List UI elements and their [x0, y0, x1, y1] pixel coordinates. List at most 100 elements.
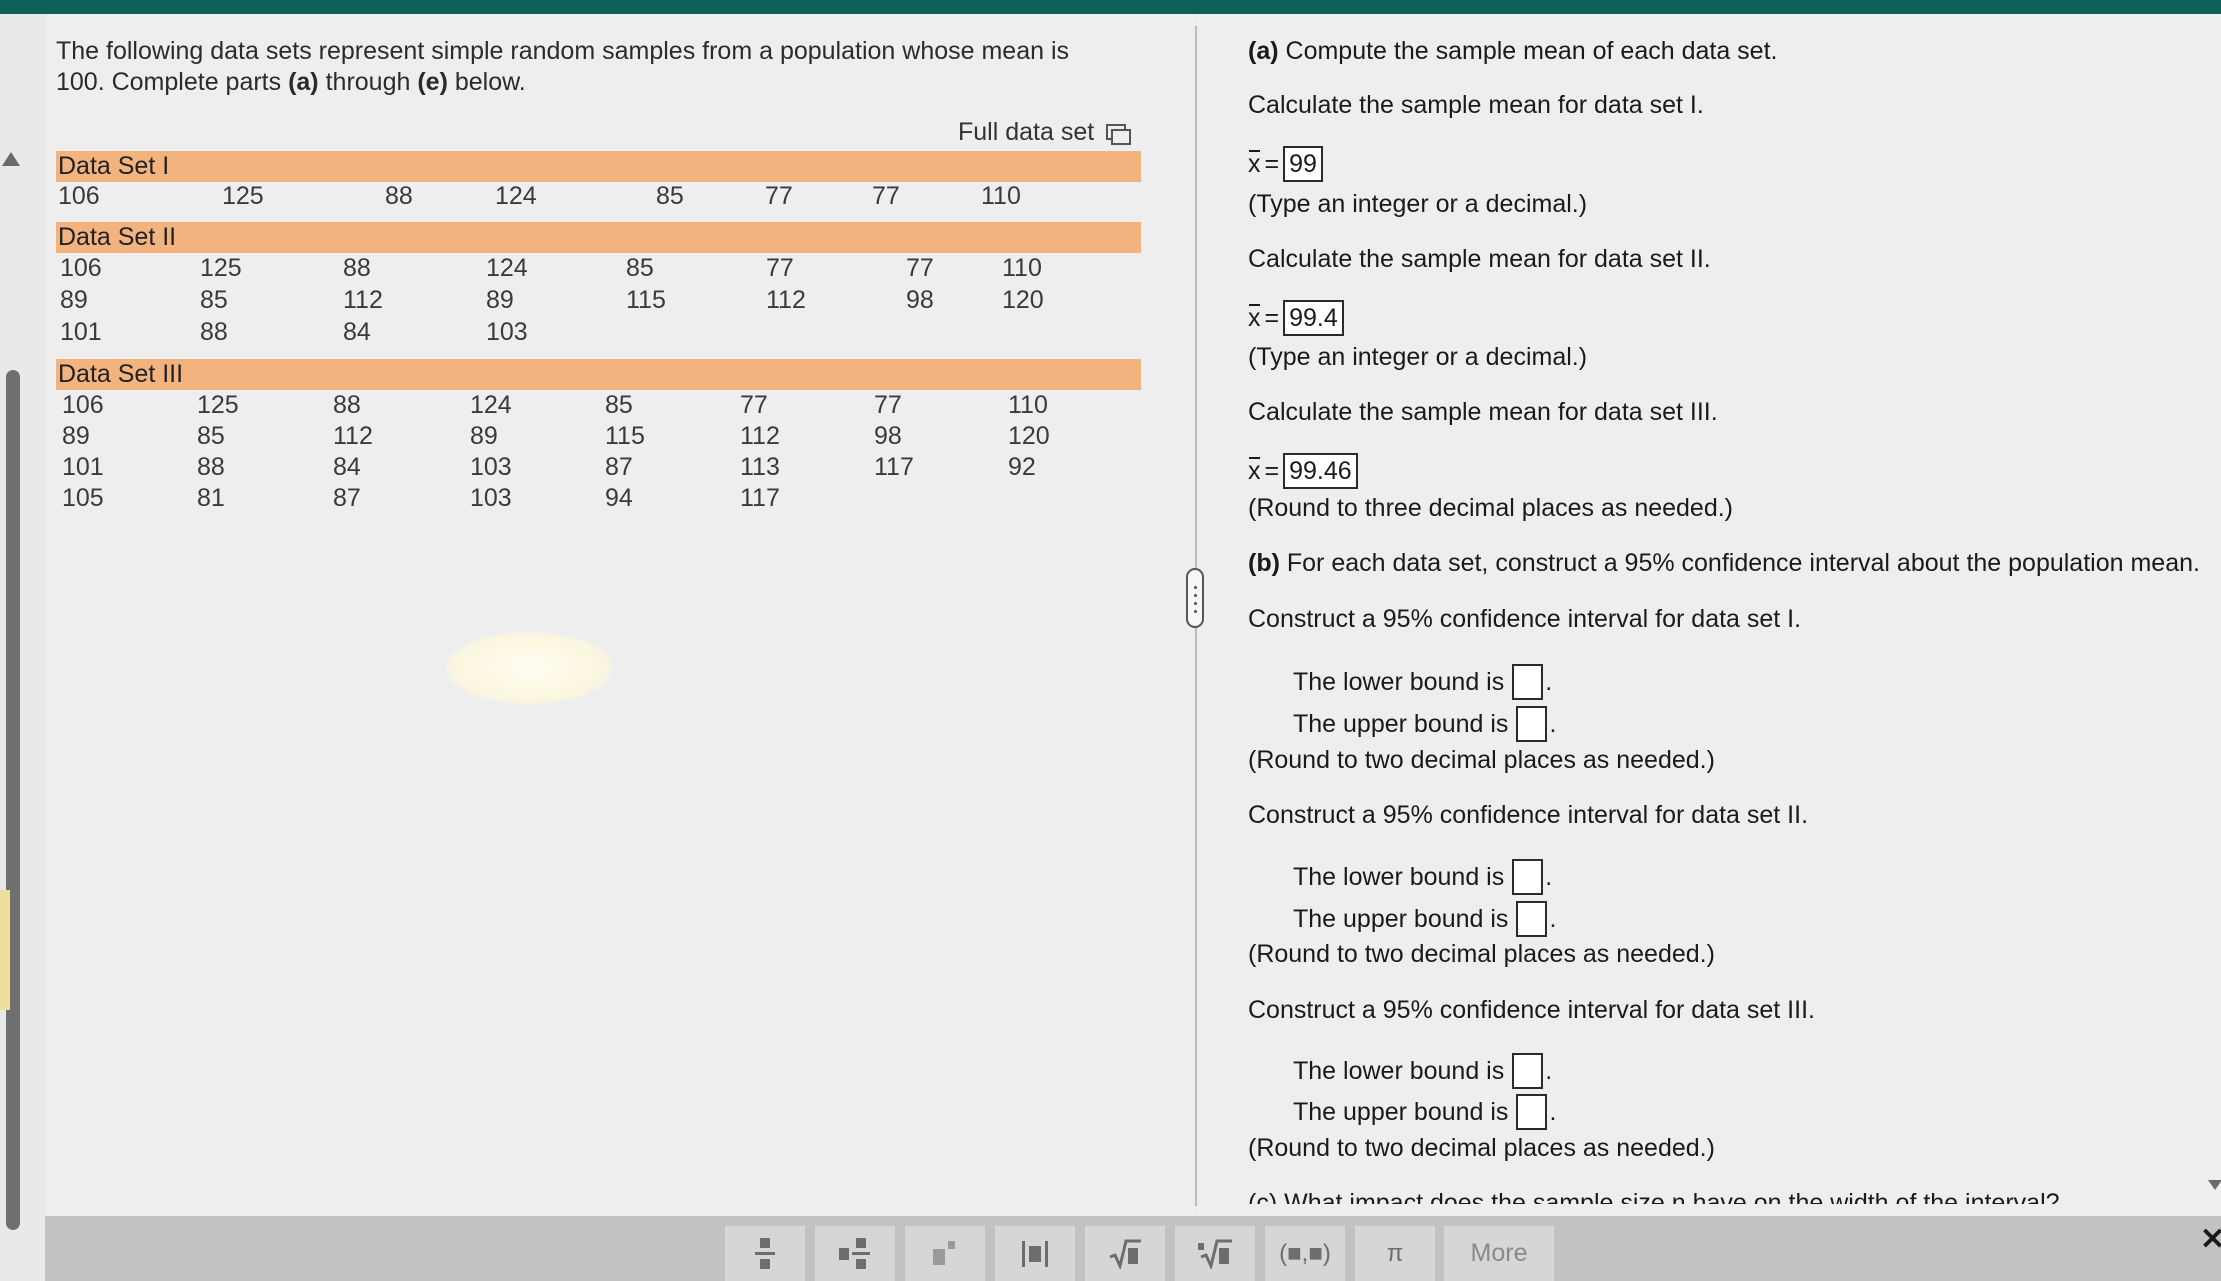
data-cell: 117	[740, 484, 780, 512]
data-cell: 88	[333, 391, 361, 419]
upper-bound-input-set1[interactable]	[1516, 706, 1548, 742]
data-cell: 94	[605, 484, 633, 512]
data-cell: 112	[343, 286, 383, 314]
mean-input-set3[interactable]: 99.46	[1283, 453, 1358, 489]
data-cell: 110	[1002, 254, 1042, 282]
data-cell: 77	[740, 391, 768, 419]
data-cell: 87	[605, 453, 633, 481]
upper-bound-row-set2: The upper bound is.	[1293, 901, 1556, 937]
data-cell: 81	[197, 484, 225, 512]
mean-answer-set3: x = 99.46	[1248, 453, 1358, 489]
data-cell: 103	[470, 484, 512, 512]
data-cell: 84	[333, 453, 361, 481]
mixed-number-icon	[839, 1237, 870, 1269]
data-cell: 87	[333, 484, 361, 512]
more-button[interactable]: More	[1444, 1226, 1554, 1281]
data-cell: 77	[906, 254, 934, 282]
part-b-set1-hint: (Round to two decimal places as needed.)	[1248, 746, 1715, 774]
part-a-set1-hint: (Type an integer or a decimal.)	[1248, 190, 1588, 218]
lower-bound-input-set2[interactable]	[1512, 859, 1544, 895]
data-cell: 88	[343, 254, 371, 282]
part-a-set3-prompt: Calculate the sample mean for data set I…	[1248, 398, 1718, 426]
lower-bound-input-set3[interactable]	[1512, 1053, 1544, 1089]
data-cell: 77	[872, 182, 900, 210]
data-cell: 89	[486, 286, 514, 314]
data-cell: 124	[470, 391, 512, 419]
data-cell: 120	[1002, 286, 1044, 314]
data-panel	[45, 14, 1195, 1216]
data-cell: 106	[58, 182, 100, 210]
data-cell: 106	[60, 254, 102, 282]
mean-input-set2[interactable]: 99.4	[1283, 300, 1344, 336]
data-cell: 125	[197, 391, 239, 419]
data-cell: 103	[470, 453, 512, 481]
pi-tool[interactable]: π	[1355, 1226, 1435, 1281]
scroll-up-arrow-icon[interactable]	[2, 152, 20, 166]
lower-bound-row-set3: The lower bound is.	[1293, 1053, 1552, 1089]
data-cell: 112	[740, 422, 780, 450]
data-set-2-header: Data Set II	[56, 222, 1141, 253]
data-cell: 110	[981, 182, 1021, 210]
data-cell: 85	[605, 391, 633, 419]
upper-bound-input-set2[interactable]	[1516, 901, 1548, 937]
data-set-1-header: Data Set I	[56, 151, 1141, 182]
left-scrollbar[interactable]	[6, 370, 20, 1230]
fraction-tool[interactable]	[725, 1226, 805, 1281]
data-cell: 101	[60, 318, 102, 346]
square-root-tool[interactable]	[1085, 1226, 1165, 1281]
lower-bound-input-set1[interactable]	[1512, 664, 1544, 700]
exponent-tool[interactable]	[905, 1226, 985, 1281]
full-data-set-link[interactable]: Full data set	[958, 118, 1132, 147]
screen-glare	[446, 632, 612, 704]
lower-bound-row-set1: The lower bound is.	[1293, 664, 1552, 700]
data-cell: 89	[470, 422, 498, 450]
data-cell: 115	[605, 422, 645, 450]
mean-input-set1[interactable]: 99	[1283, 146, 1323, 182]
data-cell: 106	[62, 391, 104, 419]
upper-bound-row-set3: The upper bound is.	[1293, 1094, 1556, 1130]
part-c-heading-cut: (c) What impact does the sample size n h…	[1248, 1189, 2060, 1204]
data-cell: 84	[343, 318, 371, 346]
data-cell: 89	[60, 286, 88, 314]
square-root-icon	[1109, 1239, 1141, 1269]
side-tab	[0, 890, 10, 1010]
panel-resize-handle[interactable]	[1186, 568, 1204, 628]
scroll-down-arrow-icon[interactable]	[2208, 1180, 2221, 1190]
data-cell: 89	[62, 422, 90, 450]
lower-bound-row-set2: The lower bound is.	[1293, 859, 1552, 895]
mean-answer-set2: x = 99.4	[1248, 300, 1344, 336]
part-b-set2-hint: (Round to two decimal places as needed.)	[1248, 940, 1715, 968]
data-cell: 120	[1008, 422, 1050, 450]
interval-tool[interactable]: (■,■)	[1265, 1226, 1345, 1281]
top-banner	[0, 0, 2221, 14]
data-cell: 85	[626, 254, 654, 282]
data-cell: 101	[62, 453, 104, 481]
data-cell: 112	[333, 422, 373, 450]
data-cell: 88	[385, 182, 413, 210]
copy-icon[interactable]	[1106, 123, 1132, 145]
data-cell: 88	[197, 453, 225, 481]
upper-bound-input-set3[interactable]	[1516, 1094, 1548, 1130]
data-cell: 105	[62, 484, 104, 512]
interval-icon: (■,■)	[1279, 1239, 1331, 1267]
part-b-set2-prompt: Construct a 95% confidence interval for …	[1248, 801, 1809, 829]
upper-bound-row-set1: The upper bound is.	[1293, 706, 1556, 742]
absolute-value-tool[interactable]	[995, 1226, 1075, 1281]
data-cell: 77	[766, 254, 794, 282]
data-cell: 112	[766, 286, 806, 314]
part-a-set2-hint: (Type an integer or a decimal.)	[1248, 343, 1588, 371]
data-cell: 98	[874, 422, 902, 450]
problem-statement: The following data sets represent simple…	[56, 37, 1070, 96]
mixed-number-tool[interactable]	[815, 1226, 895, 1281]
xbar-symbol: x	[1248, 303, 1261, 332]
nth-root-tool[interactable]	[1175, 1226, 1255, 1281]
xbar-symbol: x	[1248, 456, 1261, 485]
part-b-heading: (b) For each data set, construct a 95% c…	[1248, 549, 2200, 577]
absolute-value-icon	[1022, 1240, 1048, 1267]
mean-answer-set1: x = 99	[1248, 146, 1323, 182]
data-cell: 103	[486, 318, 528, 346]
data-cell: 88	[200, 318, 228, 346]
part-b-set3-prompt: Construct a 95% confidence interval for …	[1248, 996, 1815, 1024]
data-cell: 85	[656, 182, 684, 210]
close-icon[interactable]: ✕	[2200, 1222, 2221, 1257]
